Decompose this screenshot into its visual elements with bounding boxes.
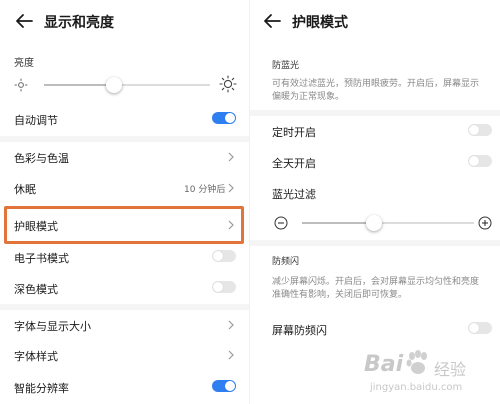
filter-fill [302,222,375,224]
plus-circle-icon[interactable] [478,216,492,230]
back-arrow-icon[interactable] [14,13,34,29]
auto-adjust-label: 自动调节 [14,114,58,127]
font-style-label: 字体样式 [14,350,58,363]
chevron-right-icon [228,152,234,162]
sleep-value: 10 分钟后 [184,185,226,195]
minus-circle-icon[interactable] [274,216,288,230]
all-day-toggle[interactable] [468,155,492,167]
desc-line: 减少屏幕闪烁。开启后，会对屏幕显示均匀性和亮度 [272,277,480,287]
page-title: 护眼模式 [292,15,348,31]
sleep-row[interactable]: 休眠 10 分钟后 [0,173,250,203]
anti-flicker-label: 屏幕防频闪 [272,324,327,337]
header: 显示和亮度 [0,0,250,42]
auto-adjust-toggle[interactable] [212,112,236,124]
chevron-right-icon [228,350,234,360]
sun-high-icon [219,75,237,93]
toggle-knob [213,251,223,261]
header: 护眼模式 [250,0,500,42]
scheduled-toggle[interactable] [468,124,492,136]
toggle-knob [469,125,479,135]
watermark-brand-2: 经验 [434,360,467,379]
page-title: 显示和亮度 [44,15,114,31]
filter-slider-knob[interactable] [366,215,383,231]
chevron-right-icon [228,320,234,330]
desc-line: 偏暖为正常现象。 [272,92,345,102]
brightness-fill [44,84,114,86]
toggle-knob [225,113,235,123]
brightness-label: 亮度 [14,58,34,69]
dark-mode-toggle[interactable] [212,281,236,293]
flicker-description: 减少屏幕闪烁。开启后，会对屏幕显示均匀性和亮度 准确性有影响，关闭后即可恢复。 [272,276,496,302]
blue-light-section-label: 防蓝光 [272,61,300,71]
brightness-slider-knob[interactable] [105,77,122,93]
sleep-label: 休眠 [14,183,36,196]
toggle-knob [225,381,235,391]
display-brightness-panel: 显示和亮度 亮度 自动调节 色彩与色温 休眠 10 分钟后 护眼模式 电子书模式… [0,0,250,404]
watermark-brand: Bai [364,352,404,377]
sun-low-icon [14,78,28,92]
color-temp-label: 色彩与色温 [14,152,69,165]
ebook-mode-label: 电子书模式 [14,252,69,265]
color-temp-row[interactable]: 色彩与色温 [0,142,250,172]
smart-resolution-label: 智能分辨率 [14,382,69,395]
toggle-knob [213,282,223,292]
baidu-watermark: Bai 经验 jingyan.baidu.com [362,348,498,402]
ebook-mode-toggle[interactable] [212,250,236,262]
divider [250,110,500,116]
desc-line: 可有效过滤蓝光，预防用眼疲劳。开启后，屏幕显示 [272,79,480,89]
paw-logo-icon [406,350,427,374]
back-arrow-icon[interactable] [262,13,282,29]
desc-line: 准确性有影响，关闭后即可恢复。 [272,290,408,300]
anti-flicker-toggle[interactable] [468,322,492,334]
divider [0,304,250,310]
smart-resolution-toggle[interactable] [212,380,236,392]
font-size-label: 字体与显示大小 [14,320,91,333]
blue-light-description: 可有效过滤蓝光，预防用眼疲劳。开启后，屏幕显示 偏暖为正常现象。 [272,78,496,104]
eye-comfort-panel: 护眼模式 防蓝光 可有效过滤蓝光，预防用眼疲劳。开启后，屏幕显示 偏暖为正常现象… [250,0,500,404]
toggle-knob [469,156,479,166]
blue-filter-label: 蓝光过滤 [272,188,316,201]
highlight-box [4,206,244,244]
scheduled-label: 定时开启 [272,126,316,139]
font-size-row[interactable]: 字体与显示大小 [0,311,250,339]
chevron-right-icon [228,183,234,193]
all-day-label: 全天开启 [272,157,316,170]
divider [250,240,500,246]
flicker-section-label: 防频闪 [272,257,300,267]
watermark-url: jingyan.baidu.com [370,382,463,393]
font-style-row[interactable]: 字体样式 [0,341,250,369]
toggle-knob [469,323,479,333]
dark-mode-label: 深色模式 [14,283,58,296]
